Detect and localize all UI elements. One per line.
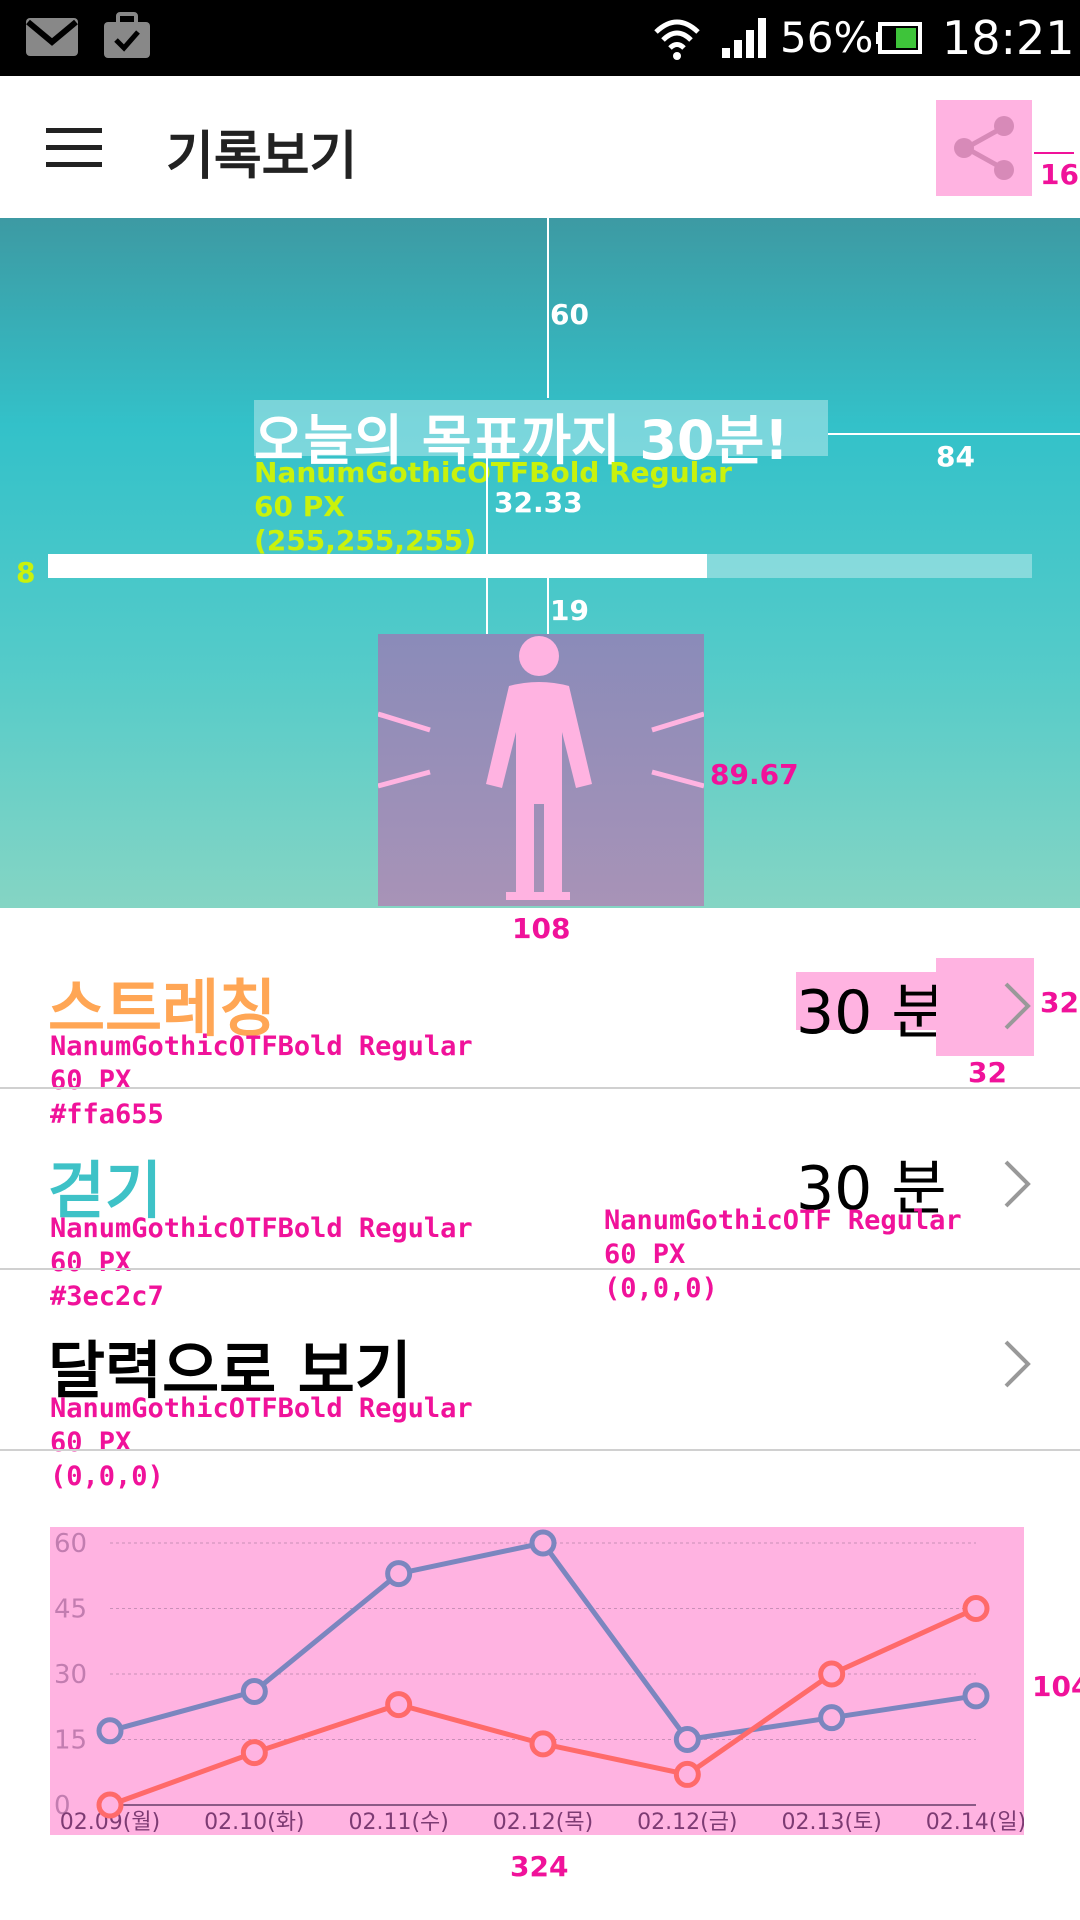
battery-percent: 56% xyxy=(780,13,874,62)
data-point xyxy=(385,1691,413,1719)
data-point xyxy=(962,1682,990,1710)
data-point xyxy=(240,1739,268,1767)
data-point xyxy=(673,1726,701,1753)
chevron-right-icon[interactable] xyxy=(1002,980,1032,1032)
list-item-calendar[interactable]: 달력으로 보기 NanumGothicOTFBold Regular 60 PX… xyxy=(0,1320,1080,1492)
row-spec-stretching: NanumGothicOTFBold Regular 60 PX #ffa655 xyxy=(50,1030,473,1132)
spec-line: #ffa655 xyxy=(50,1099,164,1130)
series-line xyxy=(109,1606,978,1808)
divider xyxy=(0,1087,1080,1089)
anno-chart-h: 104 xyxy=(1032,1670,1080,1703)
x-tick-label: 02.11(수) xyxy=(348,1810,448,1835)
progress-fill xyxy=(48,554,708,578)
share-margin-anno: 16 xyxy=(1040,158,1079,191)
y-tick-label: 45 xyxy=(54,1595,87,1625)
data-point xyxy=(529,1730,557,1758)
x-tick-label: 02.14(일) xyxy=(926,1810,1024,1835)
anno-gap: 32.33 xyxy=(494,486,583,519)
share-icon xyxy=(950,114,1018,186)
value-spec-walking: NanumGothicOTF Regular 60 PX (0,0,0) xyxy=(604,1204,962,1306)
spec-color: (255,255,255) xyxy=(254,524,477,557)
progress-track xyxy=(48,554,1032,578)
data-point xyxy=(529,1529,557,1557)
data-point xyxy=(962,1595,990,1622)
data-point xyxy=(673,1760,701,1788)
y-tick-label: 30 xyxy=(54,1660,87,1690)
data-point xyxy=(385,1560,413,1588)
data-point xyxy=(240,1677,268,1705)
page-title: 기록보기 xyxy=(166,127,358,187)
person-icon xyxy=(377,634,705,910)
spec-line: 60 PX xyxy=(50,1065,132,1096)
share-button[interactable] xyxy=(936,100,1032,196)
clock: 18:21 xyxy=(942,11,1075,65)
row-value-stretching: 30 분 xyxy=(796,978,947,1048)
data-point xyxy=(96,1791,124,1819)
anno-right: 84 xyxy=(936,440,975,473)
spec-line: (0,0,0) xyxy=(50,1461,164,1492)
anno-bar-height: 8 xyxy=(16,556,36,589)
guide-gap2-vertical xyxy=(547,578,549,640)
hero-panel: 60 오늘의 목표까지 30분! 84 NanumGothicOTFBold R… xyxy=(0,218,1080,908)
spec-font: NanumGothicOTFBold Regular xyxy=(254,456,732,489)
data-point xyxy=(818,1660,846,1688)
guide-top-vertical xyxy=(547,218,549,398)
anno-chev-w: 32 xyxy=(968,1056,1007,1089)
signal-icon xyxy=(720,16,768,64)
spec-line: (0,0,0) xyxy=(604,1273,718,1304)
x-tick-label: 02.10(화) xyxy=(204,1810,304,1835)
data-point xyxy=(818,1704,846,1732)
spec-line: NanumGothicOTFBold Regular xyxy=(50,1213,473,1244)
spec-line: 60 PX xyxy=(50,1247,132,1278)
status-bar: 56% 18:21 xyxy=(0,0,1080,76)
wifi-icon xyxy=(652,16,702,64)
chevron-right-icon[interactable] xyxy=(1002,1158,1032,1210)
y-tick-label: 60 xyxy=(54,1529,87,1559)
x-tick-label: 02.12(목) xyxy=(493,1810,593,1835)
divider xyxy=(0,1268,1080,1270)
weekly-chart: 0 15 30 45 60 02.09(월) 02.10(화) 02.11(수) 02.12(목… xyxy=(50,1527,1026,1835)
headline-spec: NanumGothicOTFBold Regular 60 PX (255,25… xyxy=(254,456,732,558)
anno-chart-w: 324 xyxy=(510,1850,569,1883)
spec-size: 60 PX xyxy=(254,490,345,523)
x-tick-label: 02.12(금) xyxy=(637,1810,737,1835)
row-spec-walking: NanumGothicOTFBold Regular 60 PX #3ec2c7 xyxy=(50,1212,473,1314)
list-item-stretching[interactable]: 스트레칭 30 분 32 32 NanumGothicOTFBold Regul… xyxy=(0,958,1080,1130)
series-line xyxy=(109,1540,977,1743)
spec-line: #3ec2c7 xyxy=(50,1281,164,1312)
share-margin-guide xyxy=(1034,152,1074,154)
anno-chev-h: 32 xyxy=(1040,986,1079,1019)
hamburger-icon[interactable] xyxy=(46,128,104,172)
spec-line: NanumGothicOTFBold Regular xyxy=(50,1393,473,1424)
anno-fig-h: 89.67 xyxy=(710,758,799,791)
row-spec-calendar: NanumGothicOTFBold Regular 60 PX (0,0,0) xyxy=(50,1392,473,1494)
chevron-right-icon[interactable] xyxy=(1002,1338,1032,1390)
list-item-walking[interactable]: 걷기 30 분 NanumGothicOTFBold Regular 60 PX… xyxy=(0,1140,1080,1312)
anno-gap2: 19 xyxy=(550,594,589,627)
briefcase-check-icon xyxy=(102,12,152,64)
spec-line: 60 PX xyxy=(50,1427,132,1458)
gmail-icon xyxy=(24,16,80,62)
battery-icon xyxy=(876,20,924,60)
y-tick-label: 15 xyxy=(54,1726,87,1756)
x-tick-label: 02.13(토) xyxy=(781,1810,881,1835)
anno-top: 60 xyxy=(550,298,589,331)
spec-line: NanumGothicOTF Regular xyxy=(604,1205,962,1236)
line-chart: 01530456002.09(월) 02.10(화) 02.11(수) 02.12(목… xyxy=(54,1529,1026,1835)
divider xyxy=(0,1449,1080,1451)
spec-line: NanumGothicOTFBold Regular xyxy=(50,1031,473,1062)
guide-right-horizontal xyxy=(828,433,1080,435)
spec-line: 60 PX xyxy=(604,1239,686,1270)
figure-box xyxy=(377,634,705,906)
anno-fig-w: 108 xyxy=(512,912,571,945)
app-bar: 기록보기 16 xyxy=(0,76,1080,218)
data-point xyxy=(96,1717,124,1745)
